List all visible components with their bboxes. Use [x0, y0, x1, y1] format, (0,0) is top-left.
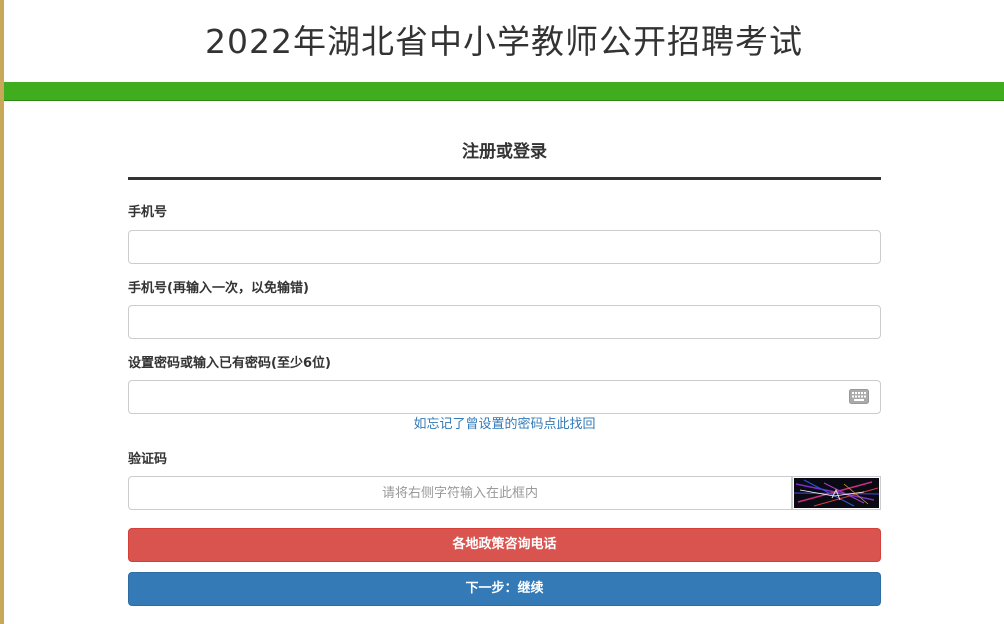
captcha-input[interactable] — [128, 476, 792, 510]
captcha-image[interactable] — [792, 476, 881, 510]
consult-phone-button[interactable]: 各地政策咨询电话 — [128, 528, 881, 562]
keyboard-icon[interactable] — [849, 389, 869, 404]
page: 2022年湖北省中小学教师公开招聘考试 注册或登录 手机号 手机号(再输入一次，… — [0, 0, 1004, 624]
phone-confirm-label: 手机号(再输入一次，以免输错) — [128, 281, 309, 296]
phone-input[interactable] — [128, 230, 881, 264]
captcha-label: 验证码 — [128, 452, 168, 467]
header: 2022年湖北省中小学教师公开招聘考试 — [4, 0, 1004, 82]
password-input[interactable] — [128, 380, 881, 414]
next-button[interactable]: 下一步：继续 — [128, 572, 881, 606]
forgot-password-link[interactable]: 如忘记了曾设置的密码点此找回 — [128, 416, 881, 434]
phone-label: 手机号 — [128, 205, 168, 220]
password-label: 设置密码或输入已有密码(至少6位) — [128, 356, 331, 371]
captcha-row — [128, 476, 881, 510]
header-accent-bar — [4, 82, 1004, 101]
password-field-wrap — [128, 380, 881, 414]
form-heading: 注册或登录 — [128, 140, 881, 180]
login-form: 注册或登录 手机号 手机号(再输入一次，以免输错) 设置密码或输入已有密码(至少… — [128, 101, 881, 606]
phone-confirm-input[interactable] — [128, 305, 881, 339]
page-title: 2022年湖北省中小学教师公开招聘考试 — [205, 22, 803, 61]
